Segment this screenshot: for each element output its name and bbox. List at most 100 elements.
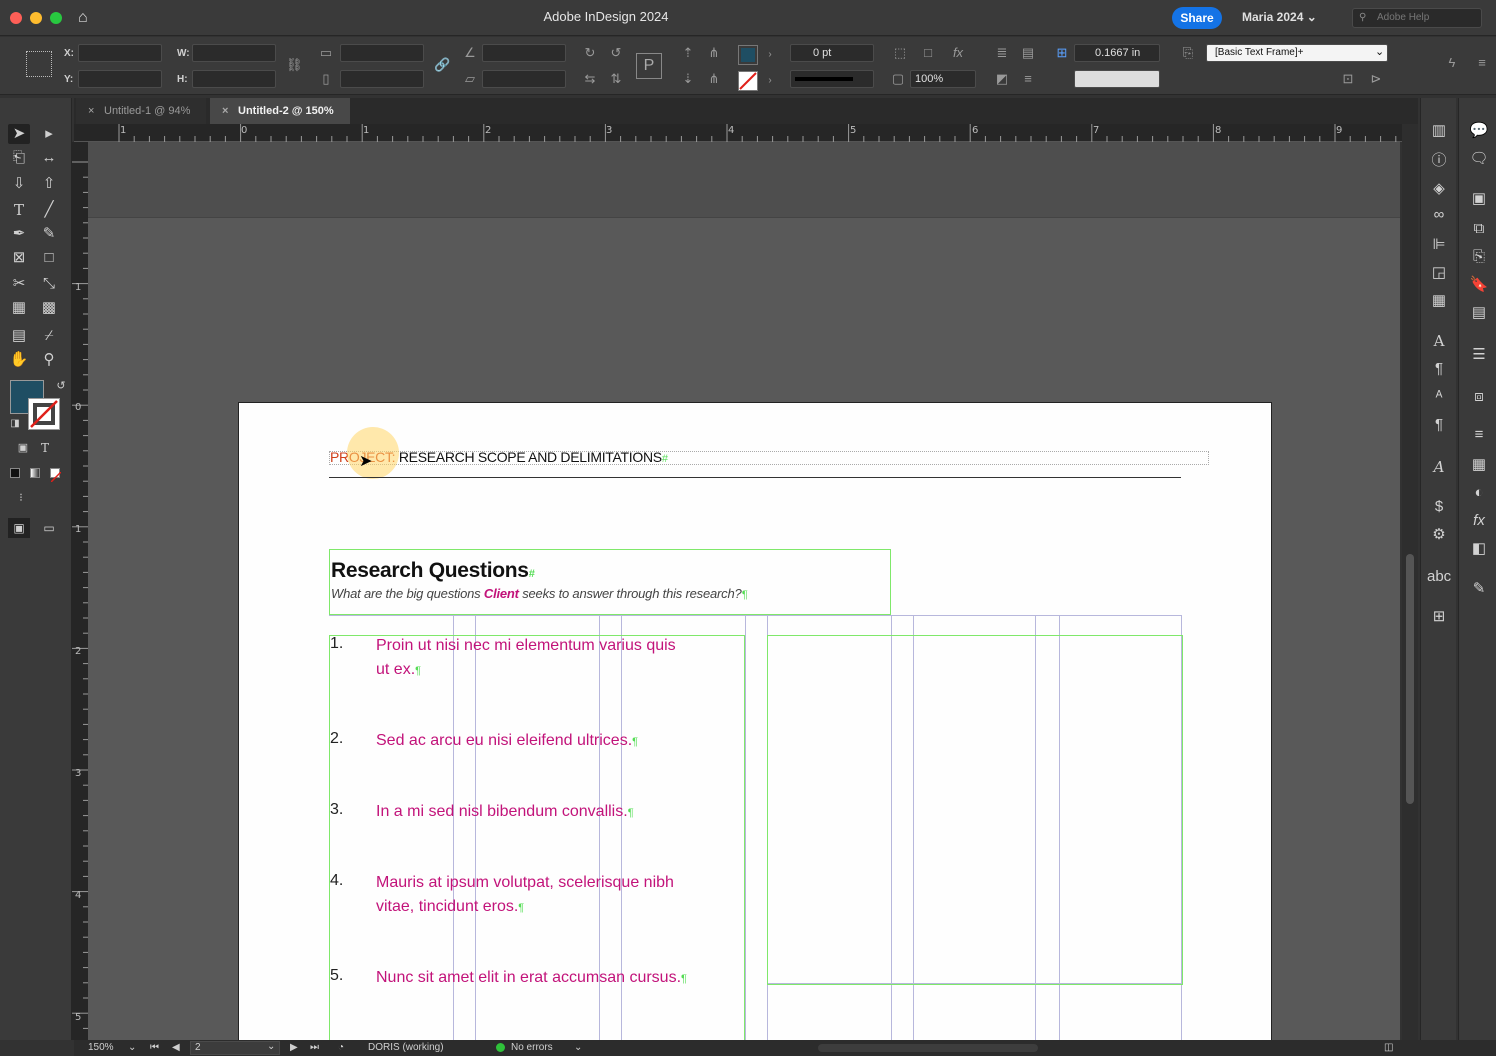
paragraph-icon[interactable]: ¶ (1427, 358, 1451, 380)
rectangle-tool-icon[interactable]: □ (38, 248, 60, 268)
text-wrap-icon[interactable]: ≣ (994, 45, 1010, 61)
pathfinder-icon[interactable]: ◲ (1427, 262, 1451, 284)
rotate-cw-icon[interactable]: ↻ (582, 45, 598, 61)
effects-icon[interactable]: fx (950, 45, 966, 61)
eyedropper-tool-icon[interactable]: ⌿ (38, 326, 60, 346)
lightning-icon[interactable]: ϟ (1444, 55, 1460, 71)
reference-point-icon[interactable] (26, 51, 52, 77)
table-icon[interactable]: ⊞ (1427, 606, 1451, 628)
preflight-status[interactable]: No errors (511, 1041, 553, 1055)
comments-icon[interactable]: 💬 (1467, 120, 1491, 142)
last-page-icon[interactable]: ⏭ (310, 1041, 319, 1055)
split-window-icon[interactable]: ◫ (1384, 1041, 1393, 1055)
stroke-color-swatch[interactable] (28, 398, 60, 430)
select-content-icon[interactable]: ⋔ (706, 45, 722, 61)
index-icon[interactable]: ▤ (1467, 302, 1491, 324)
question-item-2[interactable]: Sed ac arcu eu nisi eleifend ultrices.¶ (376, 729, 638, 754)
vertical-scrollbar[interactable] (1402, 124, 1418, 1040)
object-style-select[interactable]: [Basic Text Frame]+ ⌄ (1206, 44, 1388, 62)
links-icon[interactable]: ∞ (1427, 204, 1451, 226)
apply-color-icon[interactable] (10, 468, 20, 478)
notes-icon[interactable]: 🗨 (1467, 148, 1491, 170)
close-icon[interactable]: × (88, 98, 94, 124)
chevron-right-icon[interactable]: › (762, 73, 778, 89)
free-transform-tool-icon[interactable]: ⤡ (38, 274, 60, 294)
page-tool-icon[interactable]: ⎗ (8, 148, 30, 168)
flip-vertical-icon[interactable]: ⇅ (608, 71, 624, 87)
apply-style-icon[interactable]: ⊳ (1368, 71, 1384, 87)
align-panel-icon[interactable]: ⊫ (1427, 234, 1451, 256)
layers-icon[interactable]: ◈ (1427, 178, 1451, 200)
auto-fit-icon[interactable]: ◩ (994, 71, 1010, 87)
cc-libraries-icon[interactable]: ⧈ (1467, 386, 1491, 408)
gradient-icon[interactable]: ◧ (1467, 538, 1491, 560)
close-icon[interactable]: × (222, 98, 228, 124)
zoom-tool-icon[interactable]: ⚲ (38, 350, 60, 370)
question-item-4[interactable]: Mauris at ipsum volutpat, scelerisque ni… (376, 871, 674, 920)
vertical-ruler[interactable]: 1 0 1 2 3 4 5 (72, 142, 88, 1040)
tab-untitled-1[interactable]: × Untitled-1 @ 94% (76, 98, 206, 124)
previous-page-icon[interactable]: ◀ (172, 1041, 180, 1055)
tool-hints-icon[interactable]: ⁝ (10, 488, 32, 508)
scripts-icon[interactable]: ⚙ (1427, 524, 1451, 546)
apply-gradient-icon[interactable] (30, 468, 40, 478)
select-container-icon[interactable]: ⇡ (680, 45, 696, 61)
document-page[interactable]: PROJECT: RESEARCH SCOPE AND DELIMITATION… (238, 402, 1272, 1040)
formatting-text-icon[interactable]: T (34, 438, 56, 458)
gradient-feather-tool-icon[interactable]: ▩ (38, 298, 60, 318)
scale-x-field[interactable] (340, 44, 424, 62)
type-tool-icon[interactable]: T (8, 200, 30, 220)
constrain-proportions-icon[interactable]: ⛓ (286, 57, 303, 73)
clear-overrides-icon[interactable]: ⊡ (1340, 71, 1356, 87)
scrollbar-thumb[interactable] (1406, 554, 1414, 804)
shear-field[interactable] (482, 70, 566, 88)
y-field[interactable] (78, 70, 162, 88)
properties-icon[interactable]: ☰ (1467, 344, 1491, 366)
frame-fit-icon[interactable]: ⬚ (892, 45, 908, 61)
select-next-icon[interactable]: ⋔ (706, 71, 722, 87)
direct-selection-tool-icon[interactable]: ▸ (38, 124, 60, 144)
content-collector-icon[interactable]: ⇩ (8, 174, 30, 194)
link-icon[interactable]: 🔗 (434, 57, 450, 73)
gutter-field[interactable]: 0.1667 in (1074, 44, 1160, 62)
pages-icon[interactable]: ▥ (1427, 120, 1451, 142)
fill-swatch[interactable] (738, 45, 758, 65)
rotate-field[interactable] (482, 44, 566, 62)
note-tool-icon[interactable]: ▤ (8, 326, 30, 346)
swatches-icon[interactable]: ▦ (1467, 454, 1491, 476)
chevron-down-icon[interactable]: ⌄ (574, 1041, 582, 1055)
pencil-tool-icon[interactable]: ✎ (38, 224, 60, 244)
user-menu[interactable]: Maria 2024 ⌄ (1242, 10, 1317, 24)
data-merge-icon[interactable]: $ (1427, 496, 1451, 518)
gradient-swatch-tool-icon[interactable]: ▦ (8, 298, 30, 318)
selection-tool-icon[interactable]: ➤ (8, 124, 30, 144)
zoom-level[interactable]: 150% (88, 1041, 114, 1055)
libraries-icon[interactable]: ▣ (1467, 188, 1491, 210)
default-colors-icon[interactable]: ◨ (4, 414, 26, 434)
paragraph-direction-icon[interactable]: P (636, 53, 662, 79)
panel-menu-icon[interactable]: ≡ (1474, 55, 1490, 71)
scissors-tool-icon[interactable]: ✂ (8, 274, 30, 294)
object-styles-icon[interactable]: ✎ (1467, 578, 1491, 600)
rotate-ccw-icon[interactable]: ↺ (608, 45, 624, 61)
line-tool-icon[interactable]: ╱ (38, 200, 60, 220)
assets-icon[interactable]: ⎘ (1467, 246, 1491, 268)
h-field[interactable] (192, 70, 276, 88)
align-icon[interactable]: ≡ (1020, 71, 1036, 87)
question-item-3[interactable]: In a mi sed nisl bibendum convallis.¶ (376, 800, 634, 825)
help-search-input[interactable]: ⚲ Adobe Help (1352, 8, 1482, 28)
scale-y-field[interactable] (340, 70, 424, 88)
empty-text-frame[interactable] (767, 635, 1183, 985)
stroke-weight-field[interactable]: 0 pt (790, 44, 874, 62)
text-wrap-panel-icon[interactable]: ▦ (1427, 290, 1451, 312)
horizontal-ruler[interactable]: 1 0 1 2 3 4 5 6 7 8 9 (74, 124, 1402, 142)
preflight-profile[interactable]: DORIS (working) (368, 1041, 444, 1055)
formatting-container-icon[interactable]: ▣ (12, 438, 34, 458)
content-placer-icon[interactable]: ⇧ (38, 174, 60, 194)
x-field[interactable] (78, 44, 162, 62)
stroke-type-select[interactable] (790, 70, 874, 88)
spelling-icon[interactable]: abc (1427, 566, 1451, 588)
gap-tool-icon[interactable]: ↔ (38, 148, 60, 168)
question-item-5[interactable]: Nunc sit amet elit in erat accumsan curs… (376, 966, 687, 991)
select-previous-icon[interactable]: ⇣ (680, 71, 696, 87)
